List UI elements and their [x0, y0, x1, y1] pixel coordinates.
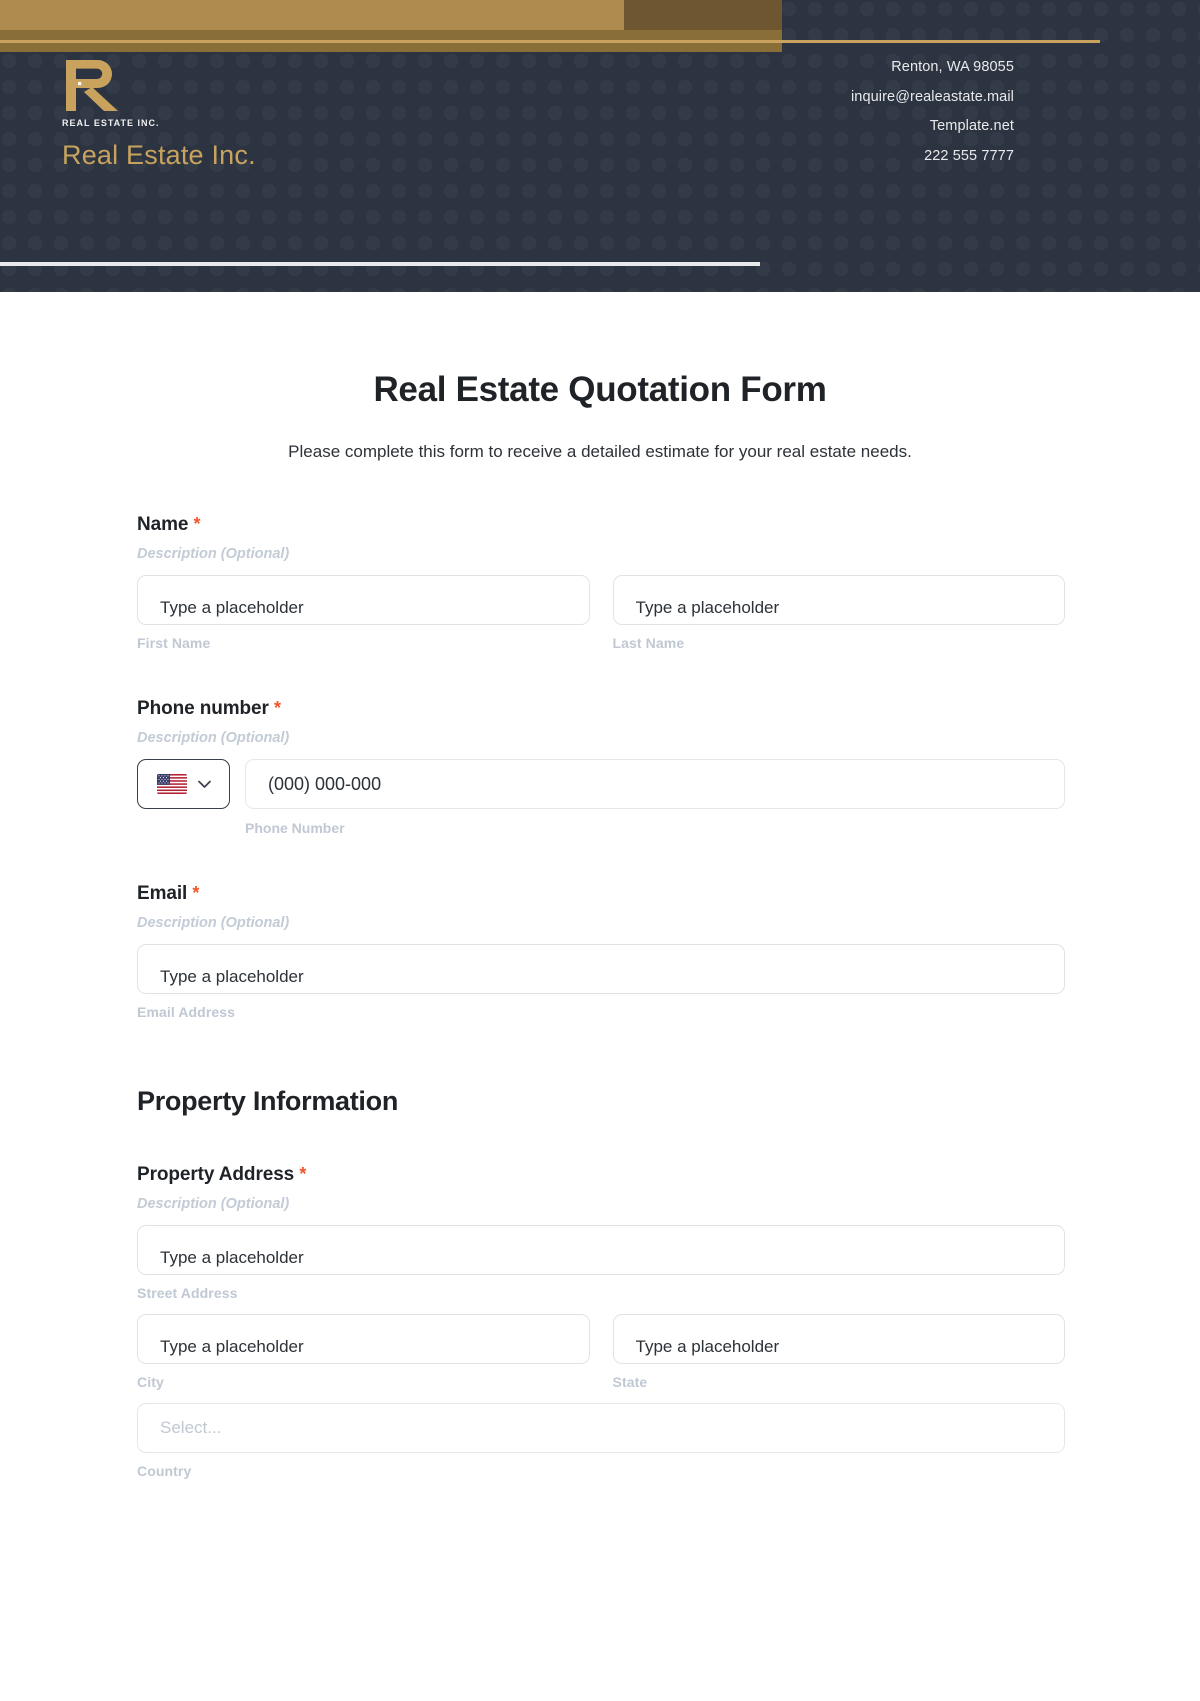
field-label-text: Phone number — [137, 698, 269, 719]
required-asterisk: * — [274, 698, 281, 718]
email-input[interactable] — [137, 944, 1065, 994]
last-name-group: Last Name — [612, 575, 1065, 651]
contact-email: inquire@realeastate.mail — [850, 88, 1014, 105]
last-name-sublabel: Last Name — [612, 635, 685, 651]
page-title: Real Estate Quotation Form — [373, 370, 827, 409]
city-state-row: City State — [137, 1314, 1065, 1390]
field-description: Description (Optional) — [137, 1196, 290, 1212]
country-select[interactable]: Select... — [137, 1403, 1065, 1453]
chevron-down-icon — [197, 780, 211, 788]
field-description: Description (Optional) — [137, 546, 290, 562]
country-select-value: Select... — [160, 1418, 222, 1437]
field-email: Email * Description (Optional) Email Add… — [137, 883, 1065, 1020]
city-input[interactable] — [137, 1314, 590, 1364]
first-name-group: First Name — [137, 575, 590, 651]
phone-number-input[interactable] — [245, 759, 1065, 809]
phone-input-group — [245, 759, 1065, 809]
country-group: Select... Country — [137, 1403, 1065, 1479]
city-sublabel: City — [137, 1374, 164, 1390]
header-dark-gold-block — [624, 0, 782, 33]
field-label: Email * — [137, 883, 1065, 905]
country-row: Select... Country — [137, 1403, 1065, 1479]
street-address-row: Street Address — [137, 1225, 1065, 1301]
field-label-text: Name — [137, 514, 189, 535]
header-gold-bar-top — [0, 0, 624, 30]
field-property-address: Property Address * Description (Optional… — [137, 1164, 1065, 1479]
field-phone-number: Phone number * Description (Optional) (0… — [137, 698, 1065, 836]
email-input-row: Email Address — [137, 944, 1065, 1020]
field-label-text: Email — [137, 883, 188, 904]
contact-website: Template.net — [929, 118, 1014, 134]
state-input[interactable] — [612, 1314, 1065, 1364]
form-fields: Name * Description (Optional) First Name… — [135, 514, 1065, 1479]
state-group: State — [612, 1314, 1065, 1390]
section-heading-property-information: Property Information — [137, 1086, 399, 1116]
form-body: Real Estate Quotation Form Please comple… — [0, 370, 1200, 1519]
street-address-input[interactable] — [137, 1225, 1065, 1275]
company-name: Real Estate Inc. — [62, 140, 256, 170]
required-asterisk: * — [193, 514, 201, 534]
state-sublabel: State — [612, 1374, 648, 1390]
header-gold-rule — [0, 40, 1100, 43]
field-label: Name * — [137, 514, 1065, 536]
street-address-sublabel: Street Address — [137, 1285, 238, 1301]
phone-inputs-row — [137, 759, 1065, 809]
r-monogram-icon — [66, 60, 118, 111]
header-bottom-rule — [0, 262, 760, 266]
logo-micro-text: REAL ESTATE INC. — [62, 118, 160, 128]
field-label: Phone number * — [137, 698, 1065, 720]
required-asterisk: * — [192, 883, 200, 903]
page-subtitle: Please complete this form to receive a d… — [288, 442, 912, 461]
street-address-group: Street Address — [137, 1225, 1065, 1301]
country-code-select[interactable] — [137, 759, 230, 809]
us-flag-icon — [156, 774, 187, 794]
contact-address: Renton, WA 98055 — [891, 59, 1014, 75]
phone-number-sublabel: Phone Number — [245, 820, 345, 836]
city-group: City — [137, 1314, 590, 1390]
quotation-form-page: REAL ESTATE INC. Real Estate Inc. Renton… — [0, 0, 1200, 1701]
field-name: Name * Description (Optional) First Name… — [137, 514, 1065, 651]
field-description: Description (Optional) — [137, 730, 290, 746]
first-name-sublabel: First Name — [137, 635, 211, 651]
company-logo: REAL ESTATE INC. Real Estate Inc. — [62, 58, 256, 171]
required-asterisk: * — [299, 1164, 307, 1184]
document-header: REAL ESTATE INC. Real Estate Inc. Renton… — [0, 0, 1200, 292]
email-sublabel: Email Address — [137, 1004, 236, 1020]
name-inputs-row: First Name Last Name — [137, 575, 1065, 651]
field-label: Property Address * — [137, 1164, 1065, 1186]
country-sublabel: Country — [137, 1463, 192, 1479]
field-description: Description (Optional) — [137, 915, 290, 931]
first-name-input[interactable] — [137, 575, 590, 625]
field-label-text: Property Address — [137, 1164, 295, 1185]
contact-phone: 222 555 7777 — [924, 147, 1014, 164]
header-contact-block: Renton, WA 98055 inquire@realeastate.mai… — [851, 60, 1014, 178]
last-name-input[interactable] — [612, 575, 1065, 625]
email-group: Email Address — [137, 944, 1065, 1020]
